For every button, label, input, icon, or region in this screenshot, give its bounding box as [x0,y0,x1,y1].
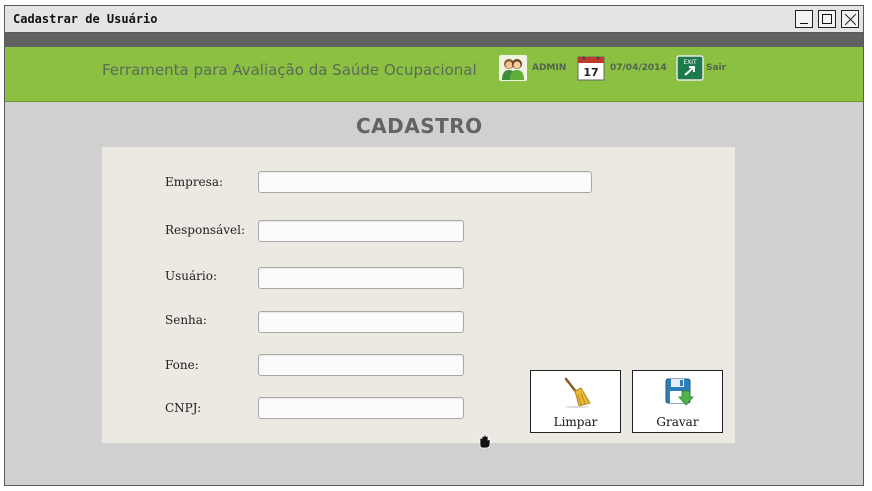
minimize-icon[interactable] [795,10,813,28]
usuario-label: Usuário: [165,269,217,283]
window-title: Cadastrar de Usuário [13,12,158,26]
logout-link[interactable]: Sair [706,63,726,73]
broom-icon [564,377,591,408]
app-title: Ferramenta para Avaliação da Saúde Ocupa… [102,61,477,79]
save-button[interactable]: Gravar [632,370,723,433]
fone-label: Fone: [165,358,199,372]
save-button-label: Gravar [656,415,699,429]
user-name: ADMIN [532,63,567,73]
users-icon [499,55,527,81]
current-date: 07/04/2014 [610,63,667,73]
form-panel: Empresa: Responsável: Usuário: Senha: Fo… [102,147,735,443]
title-bar: Cadastrar de Usuário [5,6,863,33]
empresa-label: Empresa: [165,175,224,189]
fone-field[interactable] [258,354,464,376]
header-strip [5,33,863,47]
clear-button[interactable]: Limpar [530,370,621,433]
close-icon[interactable] [841,10,859,28]
empresa-field[interactable] [258,171,592,193]
senha-label: Senha: [165,313,207,327]
calendar-day: 17 [583,66,598,79]
hand-cursor-icon [479,434,491,449]
page-title: CADASTRO [356,114,483,138]
cnpj-label: CNPJ: [165,401,202,415]
exit-icon-text: EXIT [683,59,697,66]
responsavel-label: Responsável: [165,223,246,237]
app-header: Ferramenta para Avaliação da Saúde Ocupa… [5,47,863,102]
senha-field[interactable] [258,311,464,333]
floppy-disk-icon [665,378,694,406]
exit-icon[interactable]: EXIT [676,55,704,81]
clear-button-label: Limpar [553,415,598,429]
application-window: Cadastrar de Usuário Ferramenta para Ava… [4,5,864,486]
calendar-icon: 17 [577,56,605,81]
responsavel-field[interactable] [258,220,464,242]
usuario-field[interactable] [258,267,464,289]
cnpj-field[interactable] [258,397,464,419]
maximize-icon[interactable] [818,10,836,28]
